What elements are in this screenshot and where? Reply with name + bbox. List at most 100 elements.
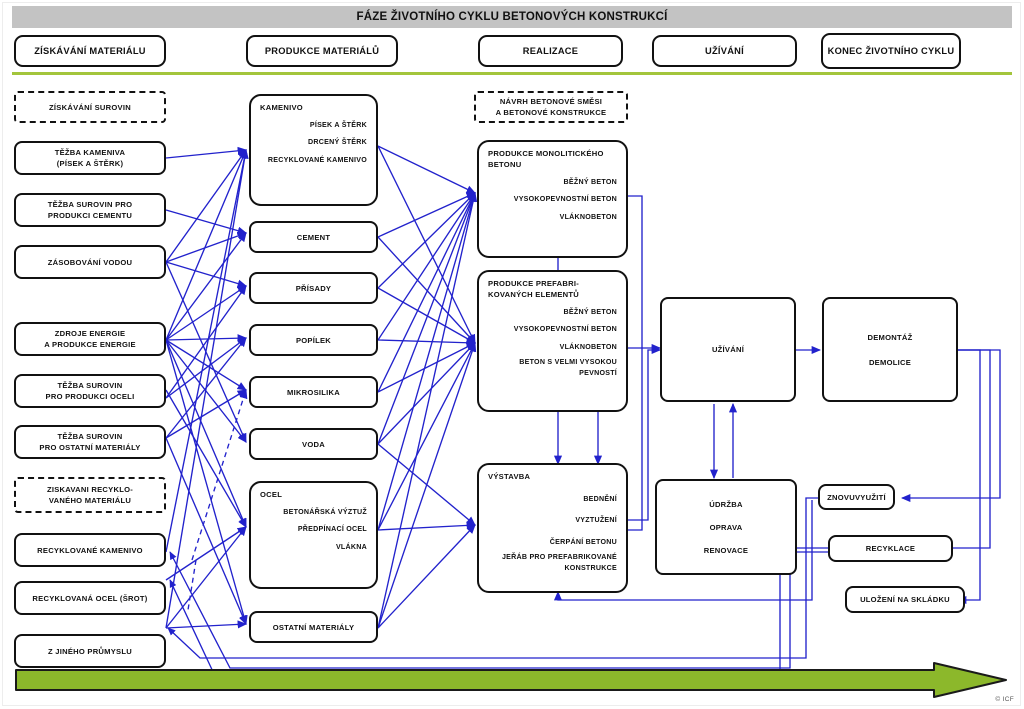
- node-label: VODA: [302, 439, 325, 449]
- node-label: CEMENT: [296, 232, 331, 242]
- node-cement[interactable]: CEMENT: [249, 221, 378, 253]
- node-label: UŽÍVÁNÍ: [711, 345, 745, 354]
- phase-label: ZÍSKÁVÁNÍ MATERIÁLU: [34, 45, 146, 56]
- node-subitem: VYZTUŽENÍ: [575, 516, 617, 525]
- group-ziskavani-surovin: ZÍSKÁVÁNÍ SUROVIN: [14, 91, 166, 123]
- node-label-line1: ÚDRŽBA: [709, 499, 743, 509]
- phase-label: PRODUKCE MATERIÁLŮ: [264, 45, 380, 56]
- node-subitem-line1: JEŘÁB PRO PREFABRIKOVANÉ: [501, 552, 617, 561]
- node-popilek[interactable]: POPÍLEK: [249, 324, 378, 356]
- node-subitem-line2: KONSTRUKCE: [564, 564, 617, 573]
- node-tezba-kameniva[interactable]: TĚŽBA KAMENIVA (PÍSEK A ŠTĚRK): [14, 141, 166, 175]
- node-label-line1: RECYKLOVANÉ KAMENIVO: [37, 545, 143, 555]
- node-ostatni-materialy[interactable]: OSTATNÍ MATERIÁLY: [249, 611, 378, 643]
- diagram-title: FÁZE ŽIVOTNÍHO CYKLU BETONOVÝCH KONSTRUK…: [356, 11, 668, 23]
- node-subitem: VYSOKOPEVNOSTNÍ BETON: [513, 195, 617, 204]
- phase-box-konec-zivotniho-cyklu[interactable]: KONEC ŽIVOTNÍHO CYKLU: [821, 33, 961, 69]
- node-label-line1: TĚŽBA SUROVIN: [57, 432, 123, 441]
- node-title: VÝSTAVBA: [488, 472, 531, 481]
- node-label-line2: DEMOLICE: [868, 357, 912, 367]
- node-prisady[interactable]: PŘÍSADY: [249, 272, 378, 304]
- phase-label: KONEC ŽIVOTNÍHO CYKLU: [827, 45, 955, 56]
- node-subitem-line1: BETON S VELMI VYSOKOU: [519, 357, 617, 366]
- node-label-line1: TĚŽBA KAMENIVA: [54, 148, 126, 157]
- node-label-line1: TĚŽBA SUROVIN PRO: [47, 200, 133, 209]
- node-mikrosilika[interactable]: MIKROSILIKA: [249, 376, 378, 408]
- node-tezba-surovin-cement[interactable]: TĚŽBA SUROVIN PRO PRODUKCI CEMENTU: [14, 193, 166, 227]
- phase-box-produkce-materialu[interactable]: PRODUKCE MATERIÁLŮ: [246, 35, 398, 67]
- node-label-line1: Z JINÉHO PRŮMYSLU: [48, 646, 132, 656]
- node-subitem: BĚŽNÝ BETON: [563, 178, 617, 186]
- node-subitem: RECYKLOVANÉ KAMENIVO: [267, 155, 367, 164]
- node-zdroje-energie[interactable]: ZDROJE ENERGIE A PRODUKCE ENERGIE: [14, 322, 166, 356]
- node-subitem: PÍSEK A ŠTĚRK: [309, 121, 367, 129]
- group-label: ZÍSKÁVÁNÍ SUROVIN: [49, 102, 131, 112]
- node-label-line2: PRO PRODUKCI OCELI: [45, 392, 135, 401]
- node-subitem: BĚŽNÝ BETON: [563, 308, 617, 316]
- node-recyklovana-ocel[interactable]: RECYKLOVANÁ OCEL (ŠROT): [14, 581, 166, 615]
- node-recyklace[interactable]: RECYKLACE: [828, 535, 953, 562]
- node-subitem: PŘEDPÍNACÍ OCEL: [297, 525, 367, 534]
- group-navrh-betonove-smesi: NÁVRH BETONOVÉ SMĚSI A BETONOVÉ KONSTRUK…: [474, 91, 628, 123]
- node-subitem: VLÁKNOBETON: [559, 342, 617, 351]
- node-title-line2: KOVANÝCH ELEMENTŮ: [488, 290, 580, 299]
- node-z-jineho-prumyslu[interactable]: Z JINÉHO PRŮMYSLU: [14, 634, 166, 668]
- node-uzivani[interactable]: UŽÍVÁNÍ: [660, 297, 796, 402]
- phase-label: REALIZACE: [522, 45, 579, 56]
- node-label: OSTATNÍ MATERIÁLY: [272, 622, 355, 632]
- group-label-line1: ZISKAVANI RECYKLO-: [46, 485, 134, 494]
- node-label: RECYKLACE: [865, 544, 916, 553]
- node-label: ULOŽENÍ NA SKLÁDKU: [860, 595, 950, 604]
- node-subitem: ČERPÁNÍ BETONU: [549, 537, 617, 546]
- node-label: PŘÍSADY: [295, 283, 332, 293]
- node-label-line1: TĚŽBA SUROVIN: [57, 381, 123, 390]
- node-title-line1: PRODUKCE MONOLITICKÉHO: [488, 149, 604, 158]
- node-subitem: VYSOKOPEVNOSTNÍ BETON: [513, 325, 617, 334]
- node-tezba-surovin-ocel[interactable]: TĚŽBA SUROVIN PRO PRODUKCI OCELI: [14, 374, 166, 408]
- node-subitem: VLÁKNOBETON: [559, 212, 617, 221]
- group-label-line1: NÁVRH BETONOVÉ SMĚSI: [499, 97, 603, 106]
- diagram-title-bar: FÁZE ŽIVOTNÍHO CYKLU BETONOVÝCH KONSTRUK…: [12, 6, 1012, 28]
- node-udrzba-oprava-renovace[interactable]: ÚDRŽBA OPRAVA RENOVACE: [655, 479, 797, 575]
- node-label-line1: ZDROJE ENERGIE: [54, 329, 126, 338]
- timeline-arrow: [15, 662, 1007, 698]
- node-recyklovane-kamenivo[interactable]: RECYKLOVANÉ KAMENIVO: [14, 533, 166, 567]
- node-tezba-surovin-ostatni[interactable]: TĚŽBA SUROVIN PRO OSTATNÍ MATERIÁLY: [14, 425, 166, 459]
- node-subitem: BEDNĚNÍ: [583, 495, 617, 503]
- node-znovuvyuziti[interactable]: ZNOVUVYUŽITÍ: [818, 484, 895, 510]
- node-label: ZNOVUVYUŽITÍ: [827, 492, 886, 502]
- group-label-line2: A BETONOVÉ KONSTRUKCE: [495, 108, 607, 117]
- node-label-line1: RECYKLOVANÁ OCEL (ŠROT): [32, 593, 148, 603]
- node-title: KAMENIVO: [260, 103, 303, 112]
- node-subitem-line2: PEVNOSTÍ: [579, 369, 617, 378]
- node-kamenivo[interactable]: KAMENIVO PÍSEK A ŠTĚRK DRCENÝ ŠTĚRK RECY…: [249, 94, 378, 206]
- node-title-line1: PRODUKCE PREFABRI-: [488, 279, 579, 288]
- node-label-line2: PRO OSTATNÍ MATERIÁLY: [39, 443, 141, 452]
- phase-box-ziskavani-materialu[interactable]: ZÍSKÁVÁNÍ MATERIÁLU: [14, 35, 166, 67]
- node-subitem: DRCENÝ ŠTĚRK: [308, 138, 367, 147]
- node-label-line2: OPRAVA: [709, 522, 743, 532]
- node-label: MIKROSILIKA: [287, 387, 340, 397]
- phase-divider-rule: [12, 72, 1012, 75]
- node-ocel[interactable]: OCEL BETONÁŘSKÁ VÝZTUŽ PŘEDPÍNACÍ OCEL V…: [249, 481, 378, 589]
- node-zasobovani-vodou[interactable]: ZÁSOBOVÁNÍ VODOU: [14, 245, 166, 279]
- node-label-line1: DEMONTÁŽ: [867, 332, 913, 342]
- node-demontaz-demolice[interactable]: DEMONTÁŽ DEMOLICE: [822, 297, 958, 402]
- group-ziskavani-recyklovaneho-materialu: ZISKAVANI RECYKLO- VANÉHO MATERIÁLU: [14, 477, 166, 513]
- node-voda[interactable]: VODA: [249, 428, 378, 460]
- node-label-line3: RENOVACE: [703, 545, 749, 555]
- node-produkce-monolitickeho-betonu[interactable]: PRODUKCE MONOLITICKÉHO BETONU BĚŽNÝ BETO…: [477, 140, 628, 258]
- node-title: OCEL: [260, 490, 283, 499]
- node-label-line2: (PÍSEK A ŠTĚRK): [56, 159, 124, 168]
- lifecycle-diagram: FÁZE ŽIVOTNÍHO CYKLU BETONOVÝCH KONSTRUK…: [0, 0, 1024, 709]
- phase-box-uzivani[interactable]: UŽÍVÁNÍ: [652, 35, 797, 67]
- node-label: POPÍLEK: [295, 335, 332, 345]
- node-label-line2: PRODUKCI CEMENTU: [47, 211, 133, 220]
- node-title-line2: BETONU: [488, 160, 522, 169]
- node-subitem: BETONÁŘSKÁ VÝZTUŽ: [283, 508, 367, 516]
- node-ulozeni-na-skladku[interactable]: ULOŽENÍ NA SKLÁDKU: [845, 586, 965, 613]
- node-vystavba[interactable]: VÝSTAVBA BEDNĚNÍ VYZTUŽENÍ ČERPÁNÍ BETON…: [477, 463, 628, 593]
- node-produkce-prefabrikovanych-elementu[interactable]: PRODUKCE PREFABRI- KOVANÝCH ELEMENTŮ BĚŽ…: [477, 270, 628, 412]
- node-label-line2: A PRODUKCE ENERGIE: [44, 340, 136, 349]
- phase-box-realizace[interactable]: REALIZACE: [478, 35, 623, 67]
